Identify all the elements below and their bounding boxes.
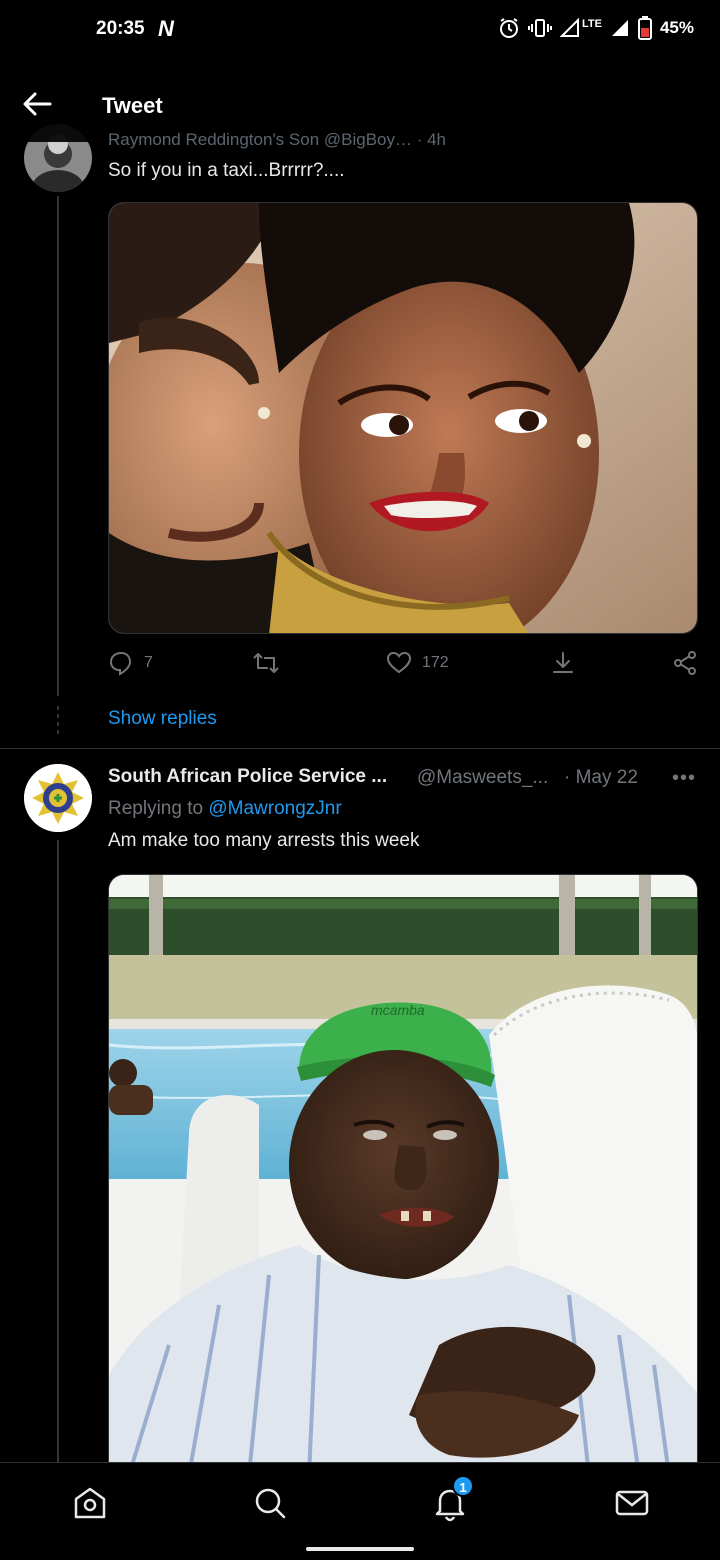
search-icon[interactable]	[250, 1483, 290, 1523]
page-title: Tweet	[102, 93, 163, 118]
heart-icon	[386, 651, 412, 674]
tweet2-text: Am make too many arrests this week	[108, 830, 420, 851]
replying-to-link[interactable]: @MawrongzJnr	[208, 798, 341, 819]
tweet-divider	[0, 748, 720, 749]
status-time: 20:35	[96, 18, 145, 39]
replying-to-line: Replying to @MawrongzJnr	[108, 798, 342, 820]
saps-logo	[24, 764, 92, 832]
notification-count-badge: 1	[452, 1475, 474, 1497]
like-button[interactable]: 172	[386, 650, 449, 676]
tweet2-date: · May 22	[564, 767, 638, 788]
bottom-navigation: 1	[0, 1462, 720, 1560]
reply-count: 7	[144, 654, 153, 671]
battery-level: 45%	[659, 18, 694, 37]
status-icons: LTE 45%	[498, 16, 694, 40]
tweet1-text: So if you in a taxi...Brrrrr?....	[108, 160, 345, 181]
back-arrow-icon[interactable]	[20, 90, 54, 118]
thread-line-dashed	[57, 706, 59, 734]
signal-icon-2	[611, 20, 628, 36]
tweet1-photo	[109, 203, 697, 633]
netflix-notification-icon: N	[158, 16, 174, 41]
gesture-bar	[306, 1547, 414, 1551]
tweet2-image[interactable]: mcamba	[108, 874, 698, 1474]
replying-prefix: Replying to	[108, 798, 204, 819]
home-icon[interactable]	[70, 1483, 110, 1523]
network-type: LTE	[582, 18, 602, 30]
download-icon	[553, 652, 573, 673]
cap-logo-text: mcamba	[371, 1002, 425, 1018]
thread-line-bottom	[57, 840, 59, 1462]
scrolled-author-line: Raymond Reddington's Son @BigBoy… · 4h	[108, 130, 447, 149]
retweet-icon	[253, 653, 279, 673]
avatar-saps[interactable]	[24, 764, 92, 832]
tweet2-photo: mcamba	[109, 875, 697, 1474]
tweet1-image[interactable]	[108, 202, 698, 634]
retweet-button[interactable]	[252, 650, 280, 676]
messages-envelope-icon[interactable]	[612, 1483, 652, 1523]
more-options-button[interactable]: •••	[672, 767, 696, 790]
status-bar: 20:35 N LTE 45%	[0, 0, 720, 60]
tweet2-author-name[interactable]: South African Police Service ...	[108, 766, 387, 788]
alarm-icon	[500, 18, 518, 38]
signal-icon	[560, 18, 579, 37]
share-download-button[interactable]	[550, 650, 576, 676]
reply-button[interactable]: 7	[108, 650, 153, 676]
tweet1-actions: 7 172	[108, 650, 698, 684]
show-replies-link[interactable]: Show replies	[108, 708, 217, 730]
thread-line-top	[57, 196, 59, 696]
app-header: Tweet Raymond Reddington's Son @BigBoy… …	[0, 60, 720, 149]
like-count: 172	[422, 654, 449, 671]
share-button[interactable]	[672, 650, 698, 676]
share-icon	[674, 651, 696, 675]
reply-icon	[109, 651, 132, 676]
vibrate-icon	[528, 19, 552, 37]
tweet2-handle[interactable]: @Masweets_...	[417, 767, 548, 789]
battery-icon	[637, 16, 652, 40]
